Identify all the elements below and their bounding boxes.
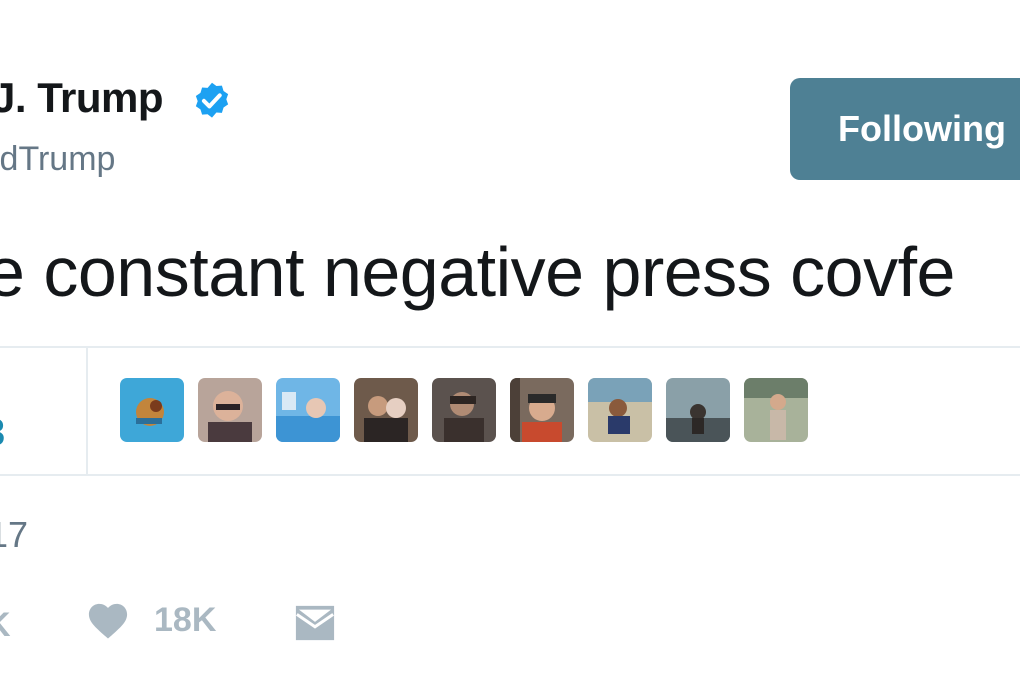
envelope-icon <box>292 602 338 644</box>
tweet-timestamp[interactable]: 17 <box>0 514 28 556</box>
like-count: 18K <box>154 600 217 639</box>
liker-avatar-1[interactable] <box>120 378 184 442</box>
stat-count[interactable]: 3 <box>0 412 5 455</box>
liker-avatar-2[interactable] <box>198 378 262 442</box>
display-name[interactable]: J. Trump <box>0 74 164 122</box>
liker-avatar-4[interactable] <box>354 378 418 442</box>
heart-icon <box>86 600 130 640</box>
liker-avatar-5[interactable] <box>432 378 496 442</box>
verified-badge-icon <box>190 80 234 124</box>
user-handle[interactable]: ldTrump <box>0 140 115 179</box>
liker-avatars <box>120 378 808 442</box>
like-button[interactable]: 18K <box>86 600 216 640</box>
retweet-count[interactable]: K <box>0 606 11 645</box>
liker-avatar-3[interactable] <box>276 378 340 442</box>
divider <box>0 346 1020 348</box>
liker-avatar-8[interactable] <box>666 378 730 442</box>
liker-avatar-7[interactable] <box>588 378 652 442</box>
tweet-text: e constant negative press covfe <box>0 233 955 311</box>
liker-avatar-9[interactable] <box>744 378 808 442</box>
divider <box>86 348 88 474</box>
liker-avatar-6[interactable] <box>510 378 574 442</box>
direct-message-button[interactable] <box>292 602 338 644</box>
divider <box>0 474 1020 476</box>
following-button[interactable]: Following <box>790 78 1020 180</box>
